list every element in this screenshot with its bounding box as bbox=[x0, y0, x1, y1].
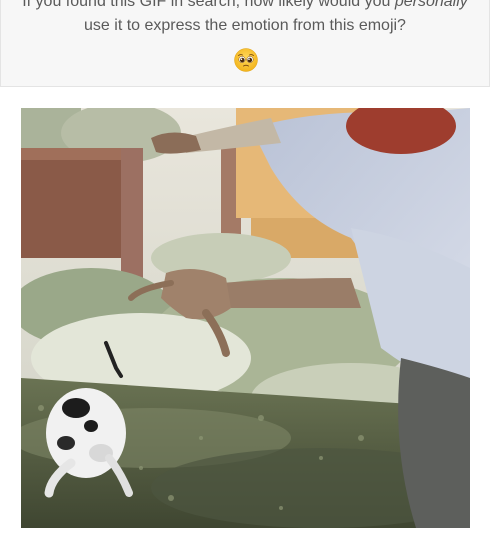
question-card: If you found this GIF in search, how lik… bbox=[0, 0, 490, 87]
question-line-2: use it to express the emotion from this … bbox=[84, 17, 406, 34]
question-line-1: If you found this GIF in search, how lik… bbox=[1, 0, 489, 14]
survey-page: If you found this GIF in search, how lik… bbox=[0, 0, 490, 535]
gif-image bbox=[21, 108, 470, 528]
gif-scene bbox=[21, 108, 470, 528]
question-text-prefix: If you found this GIF in search, how lik… bbox=[22, 0, 395, 10]
pleading-face-icon bbox=[234, 48, 258, 72]
question-emphasis: personally bbox=[394, 0, 468, 10]
gif-container bbox=[0, 87, 490, 535]
